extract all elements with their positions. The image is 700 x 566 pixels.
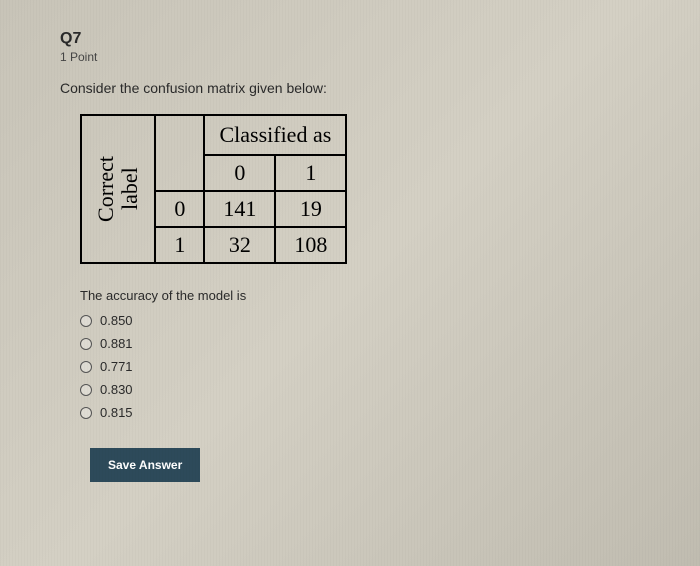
- matrix-cell-0-1: 19: [275, 191, 346, 227]
- matrix-table: Classified as 0 1 0 141 19 1 32 108: [154, 114, 347, 264]
- option-1[interactable]: 0.881: [80, 336, 640, 351]
- radio-icon: [80, 315, 92, 327]
- matrix-cell-0-0: 141: [204, 191, 275, 227]
- matrix-header-top: Classified as: [204, 115, 346, 155]
- matrix-row-header-1: 1: [155, 227, 204, 263]
- matrix-blank-cell: [155, 115, 204, 191]
- radio-icon: [80, 407, 92, 419]
- option-label: 0.881: [100, 336, 133, 351]
- radio-icon: [80, 384, 92, 396]
- matrix-cell-1-1: 108: [275, 227, 346, 263]
- question-prompt: Consider the confusion matrix given belo…: [60, 80, 640, 96]
- question-points: 1 Point: [60, 50, 640, 64]
- radio-icon: [80, 338, 92, 350]
- matrix-row-header-0: 0: [155, 191, 204, 227]
- option-label: 0.815: [100, 405, 133, 420]
- radio-icon: [80, 361, 92, 373]
- save-answer-button[interactable]: Save Answer: [90, 448, 200, 482]
- option-label: 0.850: [100, 313, 133, 328]
- options-group: 0.850 0.881 0.771 0.830 0.815: [80, 313, 640, 420]
- confusion-matrix: Correctlabel Classified as 0 1 0 141 19 …: [80, 114, 640, 264]
- option-label: 0.830: [100, 382, 133, 397]
- option-4[interactable]: 0.815: [80, 405, 640, 420]
- question-number: Q7: [60, 30, 640, 48]
- matrix-cell-1-0: 32: [204, 227, 275, 263]
- option-2[interactable]: 0.771: [80, 359, 640, 374]
- matrix-ylabel: Correctlabel: [94, 156, 142, 222]
- matrix-col-header-0: 0: [204, 155, 275, 191]
- option-0[interactable]: 0.850: [80, 313, 640, 328]
- option-label: 0.771: [100, 359, 133, 374]
- matrix-ylabel-cell: Correctlabel: [80, 114, 154, 264]
- sub-prompt: The accuracy of the model is: [80, 288, 640, 303]
- matrix-col-header-1: 1: [275, 155, 346, 191]
- option-3[interactable]: 0.830: [80, 382, 640, 397]
